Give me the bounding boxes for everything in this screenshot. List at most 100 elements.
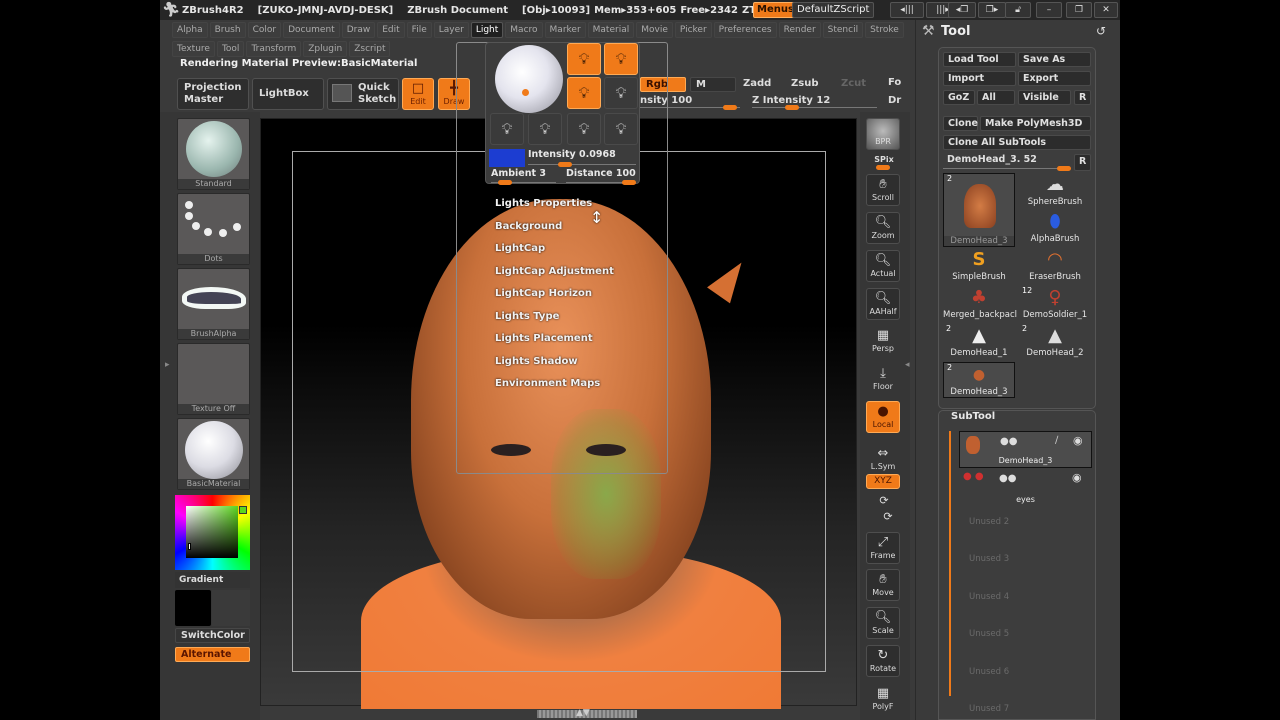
subtool-eye-icon[interactable]: ◉ (1073, 434, 1083, 447)
distance-slider[interactable] (622, 180, 636, 185)
quick-sketch-button[interactable]: Quick Sketch (327, 78, 399, 110)
subtool-visibility-toggle-icon[interactable]: ●● (999, 473, 1016, 484)
submenu-lightcap[interactable]: LightCap (495, 243, 614, 266)
intensity-slider[interactable] (558, 162, 572, 167)
restore-layout-icon[interactable]: ◂❐ (948, 2, 976, 18)
light-position-marker[interactable] (522, 89, 529, 96)
rotate-button[interactable]: ↻ Rotate (866, 645, 900, 677)
z-intensity-slider[interactable] (785, 105, 799, 110)
menu-tool[interactable]: Tool (216, 40, 245, 57)
tool-item-demohead-2[interactable]: 2 ▲ DemoHead_2 (1019, 324, 1091, 360)
menu-macro[interactable]: Macro (505, 22, 543, 38)
polyf-button[interactable]: ▦ PolyF (866, 684, 900, 716)
menu-edit[interactable]: Edit (377, 22, 405, 38)
lightbox-button[interactable]: LightBox (252, 78, 324, 110)
gradient-toggle[interactable]: Gradient (175, 572, 250, 588)
light-8-bulb-icon[interactable]: 💡︎ (604, 113, 638, 145)
menu-brush[interactable]: Brush (209, 22, 246, 38)
xyz-button[interactable]: XYZ (866, 474, 900, 489)
light-5-bulb-icon[interactable]: 💡︎ (490, 113, 524, 145)
menu-material[interactable]: Material (587, 22, 635, 38)
submenu-lightcap-adjustment[interactable]: LightCap Adjustment (495, 266, 614, 289)
goz-visible-button[interactable]: Visible (1018, 90, 1071, 105)
load-tool-button[interactable]: Load Tool (943, 52, 1016, 67)
hue-marker[interactable] (239, 506, 247, 514)
tool-item-demohead-1[interactable]: 2 ▲ DemoHead_1 (943, 324, 1015, 360)
default-zscript-button[interactable]: DefaultZScript (792, 2, 875, 18)
lsym-button[interactable]: ⇔ L.Sym (866, 444, 900, 476)
zadd-button[interactable]: Zadd (738, 77, 784, 92)
tool-slider-knob[interactable] (1057, 166, 1071, 171)
tool-item-merged-backpack[interactable]: ♣︎ Merged_backpacl (943, 286, 1017, 322)
light-color-swatch[interactable] (489, 149, 525, 167)
local-button[interactable]: ● Local (866, 401, 900, 433)
main-color-swatch[interactable] (175, 590, 211, 626)
alpha-selector[interactable]: BrushAlpha (177, 268, 250, 340)
alternate-button[interactable]: Alternate (175, 647, 250, 662)
tool-item-simplebrush[interactable]: S SimpleBrush (943, 248, 1015, 284)
material-selector[interactable]: BasicMaterial (177, 418, 250, 490)
rotate-y-icon[interactable]: ⟳ (864, 494, 904, 507)
subtool-unused-slot[interactable]: Unused 6 (969, 667, 1009, 677)
tool-r-button[interactable]: R (1074, 154, 1091, 171)
brush-selector[interactable]: Standard (177, 118, 250, 190)
clone-all-subtools-button[interactable]: Clone All SubTools (943, 135, 1091, 150)
subtool-visibility-toggle-icon[interactable]: ●● (1000, 436, 1017, 447)
aahalf-button[interactable]: 🔍︎ AAHalf (866, 288, 900, 320)
menu-zplugin[interactable]: Zplugin (303, 40, 348, 57)
subtool-brush-icon[interactable]: ∕ (1055, 435, 1058, 446)
intensity-slider-label[interactable]: Intensity 0.0968 (528, 149, 616, 160)
tool-palette-title[interactable]: Tool (941, 24, 970, 39)
secondary-color-swatch[interactable] (212, 590, 250, 626)
submenu-environment-maps[interactable]: Environment Maps (495, 378, 614, 401)
edit-button[interactable]: □ Edit (402, 78, 434, 110)
menu-texture[interactable]: Texture (172, 40, 215, 57)
tool-item-alphabrush[interactable]: ⬮ AlphaBrush (1019, 210, 1091, 246)
minimize-icon[interactable]: – (1036, 2, 1062, 18)
zoom-button[interactable]: 🔍︎ Zoom (866, 212, 900, 244)
tool-item-spherebrush[interactable]: ☁︎ SphereBrush (1019, 173, 1091, 209)
submenu-lights-type[interactable]: Lights Type (495, 311, 614, 334)
submenu-lights-shadow[interactable]: Lights Shadow (495, 356, 614, 379)
bpr-button[interactable]: BPR (866, 118, 900, 150)
ambient-slider-label[interactable]: Ambient 3 (491, 168, 546, 179)
menu-preferences[interactable]: Preferences (713, 22, 777, 38)
switch-color-button[interactable]: SwitchColor (175, 628, 250, 643)
tool-item-eraserbrush[interactable]: ◠ EraserBrush (1019, 248, 1091, 284)
persp-button[interactable]: ▦ Persp (866, 326, 900, 358)
color-saturation-square[interactable] (186, 506, 238, 558)
tool-item-demosoldier-1[interactable]: 12 ♀︎ DemoSoldier_1 (1019, 286, 1091, 322)
menu-light[interactable]: Light (470, 22, 504, 38)
subtool-unused-slot[interactable]: Unused 3 (969, 554, 1009, 564)
color-picker[interactable] (175, 495, 250, 570)
right-shelf-collapse-icon[interactable]: ◂ (905, 360, 910, 370)
spix-slider[interactable] (876, 165, 890, 170)
light-7-bulb-icon[interactable]: 💡︎ (567, 113, 601, 145)
goz-button[interactable]: GoZ (943, 90, 975, 105)
light-4-bulb-icon[interactable]: 💡︎ (604, 77, 638, 109)
light-placement-sphere[interactable] (495, 45, 563, 113)
tool-slider-track[interactable] (943, 168, 1071, 169)
subtool-unused-slot[interactable]: Unused 7 (969, 704, 1009, 714)
subtool-unused-slot[interactable]: Unused 2 (969, 517, 1009, 527)
light-3-bulb-icon[interactable]: 💡︎ (567, 77, 601, 109)
zcut-button[interactable]: Zcut (836, 77, 872, 92)
floor-button[interactable]: ⤓ Floor (866, 364, 900, 396)
goz-all-button[interactable]: All (977, 90, 1015, 105)
lock-icon[interactable]: 🔓︎ (1005, 2, 1031, 18)
palette-reset-icon[interactable]: ↺ (1096, 24, 1106, 38)
subtool-scrollbar[interactable] (949, 431, 951, 696)
menu-stencil[interactable]: Stencil (822, 22, 864, 38)
left-shelf-collapse-icon[interactable]: ▸ (165, 360, 170, 370)
make-polymesh-button[interactable]: Make PolyMesh3D (980, 116, 1091, 131)
close-icon[interactable]: ✕ (1094, 2, 1118, 18)
subtool-eye-icon[interactable]: ◉ (1072, 471, 1082, 484)
maximize-icon[interactable]: ❐ (1066, 2, 1092, 18)
menu-picker[interactable]: Picker (674, 22, 712, 38)
clone-button[interactable]: Clone (943, 116, 978, 131)
color-marker[interactable] (188, 543, 191, 550)
rgb-intensity-slider[interactable] (723, 105, 737, 110)
subtool-item-eyes[interactable]: ● ● ●● ◉ eyes (959, 469, 1092, 506)
intensity-track[interactable] (528, 164, 636, 165)
bottom-shelf-arrows-icon[interactable]: ▲▼ (576, 708, 590, 718)
